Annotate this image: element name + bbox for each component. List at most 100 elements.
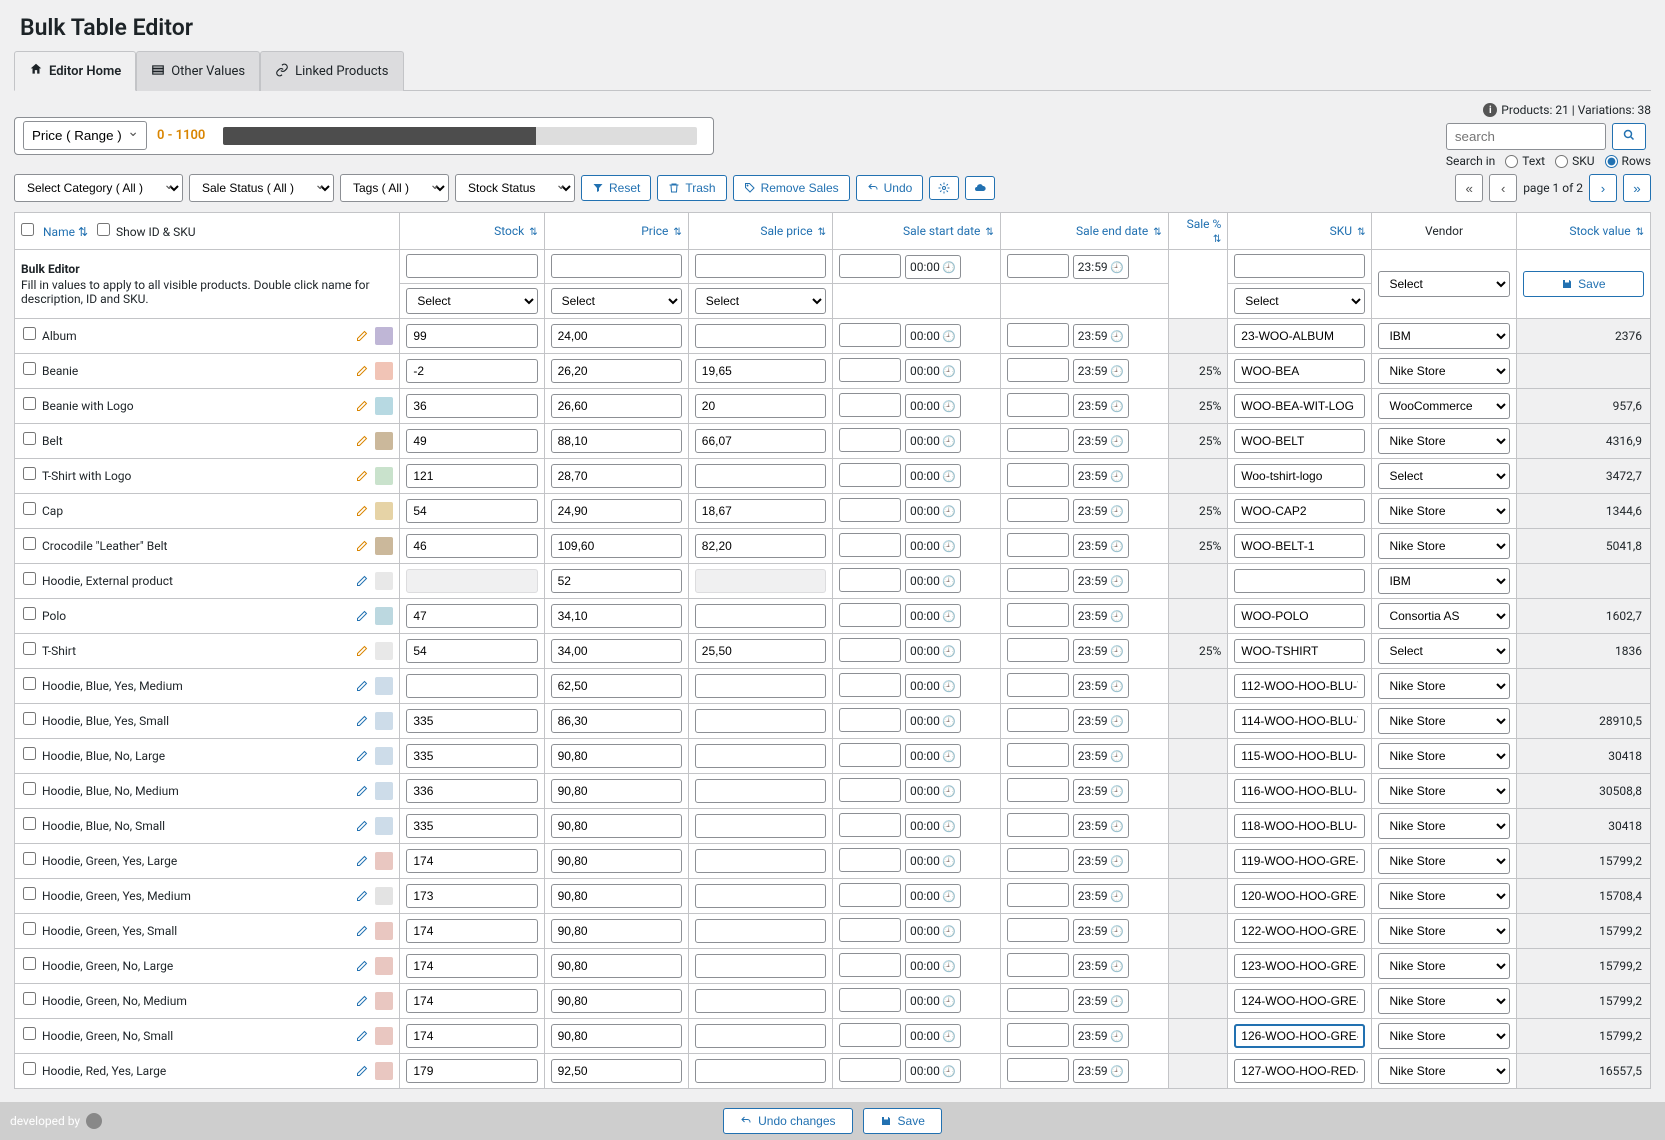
end-time[interactable]: 23:59 [1073, 604, 1129, 628]
start-date-input[interactable] [839, 533, 901, 557]
vendor-select[interactable]: Consortia AS [1378, 603, 1509, 629]
sku-input[interactable] [1234, 1059, 1365, 1083]
row-checkbox[interactable] [23, 677, 36, 690]
row-checkbox[interactable] [23, 327, 36, 340]
price-input[interactable] [551, 709, 682, 733]
product-name[interactable]: Hoodie, Green, No, Small [42, 1029, 173, 1043]
start-time[interactable]: 00:00 [905, 534, 961, 558]
start-date-input[interactable] [839, 953, 901, 977]
tab-home[interactable]: Editor Home [14, 51, 136, 91]
edit-icon[interactable] [353, 432, 371, 450]
start-date-input[interactable] [839, 498, 901, 522]
edit-icon[interactable] [353, 1027, 371, 1045]
bulk-price-input[interactable] [551, 254, 682, 278]
sale-price-input[interactable] [695, 604, 826, 628]
end-date-input[interactable] [1007, 883, 1069, 907]
start-time[interactable]: 00:00 [905, 1059, 961, 1083]
col-sale-end[interactable]: Sale end date ⇅ [1000, 213, 1168, 250]
col-sale-start[interactable]: Sale start date ⇅ [832, 213, 1000, 250]
row-checkbox[interactable] [23, 502, 36, 515]
end-time[interactable]: 23:59 [1073, 884, 1129, 908]
start-date-input[interactable] [839, 463, 901, 487]
stock-input[interactable] [406, 954, 537, 978]
stock-input[interactable] [406, 534, 537, 558]
sku-input[interactable] [1234, 359, 1365, 383]
price-input[interactable] [551, 814, 682, 838]
show-id-sku-checkbox[interactable] [97, 223, 110, 236]
end-time[interactable]: 23:59 [1073, 569, 1129, 593]
start-date-input[interactable] [839, 988, 901, 1012]
sale-price-input[interactable] [695, 359, 826, 383]
radio-rows[interactable] [1605, 155, 1618, 168]
end-time[interactable]: 23:59 [1073, 674, 1129, 698]
start-time[interactable]: 00:00 [905, 744, 961, 768]
end-time[interactable]: 23:59 [1073, 1059, 1129, 1083]
vendor-select[interactable]: Nike Store [1378, 813, 1509, 839]
row-checkbox[interactable] [23, 957, 36, 970]
col-stock[interactable]: Stock ⇅ [400, 213, 544, 250]
start-date-input[interactable] [839, 323, 901, 347]
start-time[interactable]: 00:00 [905, 324, 961, 348]
row-checkbox[interactable] [23, 922, 36, 935]
product-name[interactable]: Hoodie, Green, Yes, Small [42, 924, 177, 938]
edit-icon[interactable] [353, 362, 371, 380]
start-time[interactable]: 00:00 [905, 674, 961, 698]
end-time[interactable]: 23:59 [1073, 814, 1129, 838]
vendor-select[interactable]: Nike Store [1378, 498, 1509, 524]
edit-icon[interactable] [353, 467, 371, 485]
start-date-input[interactable] [839, 813, 901, 837]
price-input[interactable] [551, 1024, 682, 1048]
start-time[interactable]: 00:00 [905, 499, 961, 523]
stock-input[interactable] [406, 779, 537, 803]
start-time[interactable]: 00:00 [905, 954, 961, 978]
bulk-price-select[interactable]: Select [551, 288, 682, 314]
stock-input[interactable] [406, 674, 537, 698]
filter-stock-status[interactable]: Stock Status [455, 174, 575, 202]
start-time[interactable]: 00:00 [905, 989, 961, 1013]
end-time[interactable]: 23:59 [1073, 1024, 1129, 1048]
sale-price-input[interactable] [695, 394, 826, 418]
product-name[interactable]: Hoodie, Green, Yes, Medium [42, 889, 191, 903]
settings-button[interactable] [929, 176, 959, 200]
sku-input[interactable] [1234, 814, 1365, 838]
sale-price-input[interactable] [695, 464, 826, 488]
row-checkbox[interactable] [23, 852, 36, 865]
sale-price-input[interactable] [695, 1024, 826, 1048]
edit-icon[interactable] [353, 397, 371, 415]
price-input[interactable] [551, 359, 682, 383]
row-checkbox[interactable] [23, 432, 36, 445]
sku-input[interactable] [1234, 674, 1365, 698]
edit-icon[interactable] [353, 992, 371, 1010]
start-date-input[interactable] [839, 883, 901, 907]
stock-input[interactable] [406, 639, 537, 663]
sku-input[interactable] [1234, 884, 1365, 908]
price-input[interactable] [551, 499, 682, 523]
select-all-checkbox[interactable] [21, 223, 34, 236]
range-selector[interactable]: Price ( Range ) [23, 121, 147, 150]
sale-price-input[interactable] [695, 849, 826, 873]
sku-input[interactable] [1234, 989, 1365, 1013]
end-time[interactable]: 23:59 [1073, 849, 1129, 873]
sale-price-input[interactable] [695, 884, 826, 908]
row-checkbox[interactable] [23, 1062, 36, 1075]
page-last[interactable]: » [1623, 174, 1651, 202]
bulk-sku-input[interactable] [1234, 254, 1365, 278]
start-time[interactable]: 00:00 [905, 919, 961, 943]
sale-price-input[interactable] [695, 814, 826, 838]
bulk-vendor-select[interactable]: Select [1378, 271, 1509, 297]
end-time[interactable]: 23:59 [1073, 919, 1129, 943]
col-sku[interactable]: SKU ⇅ [1228, 213, 1372, 250]
remove-sales-button[interactable]: Remove Sales [733, 175, 850, 201]
sale-price-input[interactable] [695, 324, 826, 348]
edit-icon[interactable] [353, 817, 371, 835]
product-name[interactable]: Beanie with Logo [42, 399, 134, 413]
start-time[interactable]: 00:00 [905, 884, 961, 908]
sale-price-input[interactable] [695, 674, 826, 698]
price-input[interactable] [551, 744, 682, 768]
radio-sku[interactable] [1555, 155, 1568, 168]
footer-save-button[interactable]: Save [863, 1108, 942, 1134]
vendor-select[interactable]: Select [1378, 463, 1509, 489]
start-time[interactable]: 00:00 [905, 779, 961, 803]
end-time[interactable]: 23:59 [1073, 779, 1129, 803]
vendor-select[interactable]: Nike Store [1378, 778, 1509, 804]
